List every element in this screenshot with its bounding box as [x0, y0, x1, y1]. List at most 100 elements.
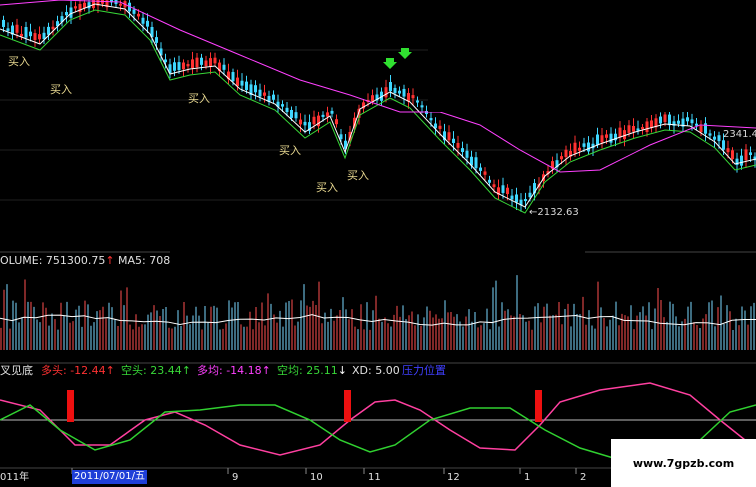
- candle-body: [510, 195, 514, 200]
- candle-body: [402, 88, 406, 97]
- candle-body: [339, 134, 343, 140]
- candle-body: [749, 152, 752, 156]
- candle-body: [722, 140, 725, 150]
- buy-label-4: 买入: [279, 144, 301, 157]
- candle-body: [461, 148, 464, 153]
- indicator-item-xd: XD: 5.00: [352, 364, 400, 377]
- sell-arrow-icon: [383, 58, 397, 69]
- candle-body: [465, 150, 469, 158]
- candle-body: [645, 121, 649, 133]
- indicator-item-short: 空头: 23.44↑: [121, 364, 191, 377]
- candle-body: [695, 123, 698, 126]
- candle-body: [263, 92, 266, 96]
- candle-body: [398, 90, 401, 94]
- bottom-signal-bar: [67, 390, 74, 422]
- candle-body: [573, 142, 577, 154]
- candle-body: [618, 127, 622, 138]
- candle-body: [492, 184, 496, 188]
- candle-body: [717, 135, 721, 142]
- candle-body: [42, 32, 46, 40]
- candle-body: [155, 37, 158, 43]
- candle-body: [209, 58, 212, 67]
- candle-body: [204, 60, 208, 67]
- volume-value-label: OLUME: 751300.75↑: [0, 254, 115, 267]
- candle-body: [195, 57, 199, 68]
- candle-body: [438, 125, 442, 129]
- buy-label-2: 买入: [50, 83, 72, 96]
- candle-body: [240, 80, 244, 86]
- candle-body: [393, 87, 397, 94]
- candle-body: [38, 34, 41, 40]
- indicator-title: 叉见底: [0, 364, 33, 377]
- candle-body: [564, 149, 568, 158]
- candle-body: [231, 72, 235, 82]
- candle-body: [186, 64, 190, 67]
- mask-block-middle: [170, 224, 585, 264]
- volume-ma5-label: MA5: 708: [118, 254, 171, 267]
- volume-bars: [0, 275, 756, 350]
- candle-body: [285, 107, 289, 113]
- candle-body: [146, 20, 149, 27]
- axis-year-label: 011年: [0, 472, 30, 483]
- candle-body: [632, 126, 635, 132]
- candle-body: [411, 95, 415, 99]
- candle-body: [321, 114, 325, 117]
- candle-body: [24, 27, 28, 38]
- candle-body: [483, 171, 487, 175]
- candle-body: [258, 89, 262, 97]
- candle-body: [132, 9, 136, 14]
- indicator-item-long-avg: 多均: -14.18↑: [197, 364, 271, 377]
- buy-label-5: 买入: [316, 181, 338, 194]
- indicator-item-short-avg: 空均: 25.11↓: [277, 364, 347, 377]
- candle-body: [173, 62, 176, 71]
- candle-body: [600, 135, 604, 143]
- candle-body: [690, 119, 694, 124]
- candle-body: [474, 157, 478, 169]
- candle-body: [560, 156, 563, 160]
- candle-body: [303, 121, 307, 126]
- candle-body: [312, 116, 316, 125]
- candle-body: [371, 95, 374, 102]
- candle-body: [290, 109, 293, 118]
- candle-body: [641, 127, 644, 130]
- candle-body: [488, 179, 491, 183]
- candle-body: [177, 62, 181, 71]
- candle-body: [335, 119, 338, 125]
- candle-body: [326, 112, 329, 117]
- candle-body: [6, 28, 10, 32]
- candle-body: [456, 142, 460, 148]
- candle-body: [713, 136, 716, 140]
- candle-body: [659, 116, 662, 124]
- candle-body: [528, 192, 532, 198]
- bottom-signal-bar: [535, 390, 542, 422]
- candle-body: [236, 77, 239, 87]
- candle-body: [20, 33, 23, 37]
- axis-month-2: 2: [580, 472, 587, 483]
- candle-body: [33, 33, 37, 41]
- axis-cursor-date[interactable]: 2011/07/01/五: [72, 470, 148, 484]
- axis-month-9: 9: [232, 472, 239, 483]
- buy-label-1: 买入: [8, 55, 30, 68]
- candle-body: [245, 81, 248, 90]
- candle-body: [731, 150, 734, 160]
- stock-chart-window[interactable]: 买入 买入 买入 买入 买入 买入 ←2132.63 2341.4 OLUME:…: [0, 0, 756, 487]
- candle-body: [137, 13, 140, 17]
- bottom-signal-bar: [344, 390, 351, 422]
- candle-body: [668, 114, 671, 126]
- candle-body: [119, 3, 122, 6]
- candle-body: [677, 120, 680, 124]
- buy-label-6: 买入: [347, 169, 369, 182]
- candle-body: [623, 130, 626, 140]
- indicator-item-long: 多头: -12.44↑: [41, 364, 115, 377]
- candle-body: [200, 57, 203, 65]
- candle-body: [294, 112, 298, 119]
- candle-body: [254, 85, 257, 93]
- candle-body: [74, 6, 77, 9]
- candle-body: [2, 19, 5, 27]
- candle-body: [609, 133, 613, 143]
- candle-body: [740, 155, 743, 166]
- candle-body: [699, 125, 703, 133]
- axis-month-11: 11: [368, 472, 381, 483]
- candle-body: [330, 110, 334, 114]
- candle-body: [506, 187, 509, 195]
